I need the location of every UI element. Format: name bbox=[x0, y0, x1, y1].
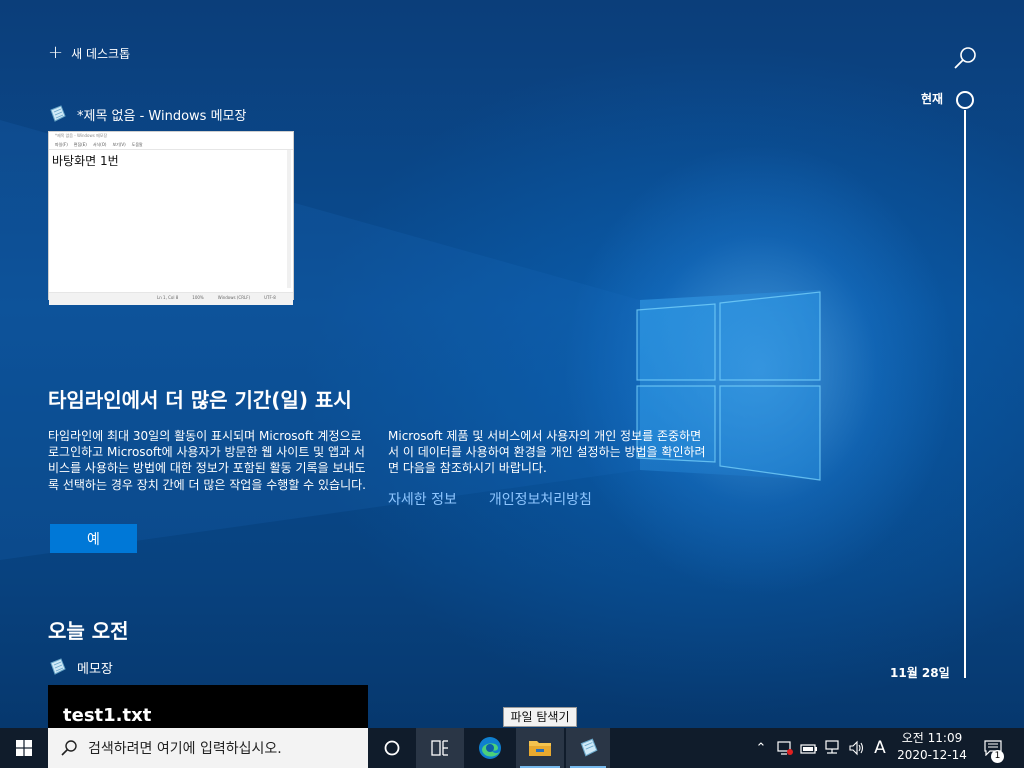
timeline-now-marker[interactable] bbox=[956, 91, 974, 109]
activity-card-test1[interactable]: test1.txt bbox=[48, 685, 368, 728]
cortana-button[interactable] bbox=[368, 728, 416, 768]
taskbar-clock[interactable]: 오전 11:09 2020-12-14 bbox=[894, 730, 970, 764]
task-view-icon bbox=[431, 740, 448, 756]
window-card-header: *제목 없음 - Windows 메모장 bbox=[47, 104, 246, 124]
search-placeholder: 검색하려면 여기에 입력하십시오. bbox=[88, 741, 282, 757]
tray-volume-icon[interactable] bbox=[846, 728, 868, 768]
edge-browser-button[interactable] bbox=[466, 728, 514, 768]
activity-app-name: 메모장 bbox=[77, 661, 113, 677]
cortana-circle-icon bbox=[384, 740, 400, 756]
tray-battery-icon[interactable] bbox=[798, 728, 820, 768]
timeline-rail[interactable] bbox=[964, 110, 966, 678]
notepad-icon bbox=[50, 658, 66, 675]
new-desktop-label: 새 데스크톱 bbox=[71, 46, 131, 61]
thumbnail-body-text: 바탕화면 1번 bbox=[52, 154, 119, 168]
section-title-today: 오늘 오전 bbox=[48, 619, 129, 643]
thumbnail-body: 바탕화면 1번 bbox=[49, 149, 293, 292]
notepad-icon bbox=[580, 738, 598, 757]
notepad-window-thumbnail[interactable]: *제목 없음 - Windows 메모장 파일(F) 편집(E) 서식(O) 보… bbox=[48, 131, 294, 305]
notepad-taskbar-button[interactable] bbox=[566, 728, 610, 768]
search-icon bbox=[61, 740, 77, 756]
taskbar-search-box[interactable]: 검색하려면 여기에 입력하십시오. bbox=[48, 728, 368, 768]
plus-icon: + bbox=[48, 42, 64, 63]
search-icon[interactable] bbox=[952, 45, 978, 71]
timeline-date-label[interactable]: 11월 28일 bbox=[890, 664, 950, 681]
battery-icon bbox=[800, 744, 817, 754]
thumbnail-scrollbar bbox=[287, 150, 291, 288]
clock-date: 2020-12-14 bbox=[897, 748, 967, 762]
activity-file-name: test1.txt bbox=[63, 705, 152, 726]
thumbnail-statusbar: Ln 1, Col 8 100% Windows (CRLF) UTF-8 bbox=[49, 292, 293, 305]
tray-network-icon[interactable] bbox=[822, 728, 844, 768]
edge-browser-icon bbox=[479, 737, 501, 759]
folder-icon bbox=[529, 741, 551, 756]
clock-time: 오전 11:09 bbox=[901, 731, 963, 745]
ethernet-icon bbox=[825, 740, 839, 754]
privacy-policy-link[interactable]: 개인정보처리방침 bbox=[489, 489, 592, 509]
window-card-title: *제목 없음 - Windows 메모장 bbox=[77, 108, 247, 124]
yes-button[interactable]: 예 bbox=[50, 524, 137, 553]
chevron-up-icon: ⌃ bbox=[755, 740, 767, 756]
task-view-button[interactable] bbox=[416, 728, 464, 768]
ime-indicator[interactable]: A bbox=[870, 728, 890, 768]
promo-title: 타임라인에서 더 많은 기간(일) 표시 bbox=[48, 388, 352, 412]
thumbnail-title: *제목 없음 - Windows 메모장 bbox=[55, 133, 108, 138]
action-center-button[interactable] bbox=[980, 728, 1006, 768]
start-button[interactable] bbox=[0, 728, 48, 768]
show-hidden-icons-button[interactable]: ⌃ bbox=[752, 728, 770, 768]
windows-logo-icon bbox=[16, 740, 32, 756]
network-error-icon bbox=[777, 741, 793, 755]
tray-remote-icon[interactable] bbox=[774, 728, 796, 768]
timeline-now-label[interactable]: 현재 bbox=[921, 90, 943, 107]
privacy-description: Microsoft 제품 및 서비스에서 사용자의 개인 정보를 존중하면서 이… bbox=[388, 429, 706, 476]
speaker-icon bbox=[849, 740, 864, 756]
promo-description: 타임라인에 최대 30일의 활동이 표시되며 Microsoft 계정으로 로그… bbox=[48, 429, 366, 492]
file-explorer-button[interactable] bbox=[516, 728, 564, 768]
more-info-link[interactable]: 자세한 정보 bbox=[388, 489, 457, 509]
promo-links: 자세한 정보 개인정보처리방침 bbox=[388, 489, 592, 509]
notepad-icon bbox=[50, 105, 66, 122]
notification-count-badge: 1 bbox=[991, 750, 1004, 763]
thumbnail-menu: 파일(F) 편집(E) 서식(O) 보기(V) 도움말 bbox=[55, 142, 143, 147]
file-explorer-tooltip: 파일 탐색기 bbox=[503, 707, 577, 727]
new-desktop-button[interactable]: + 새 데스크톱 bbox=[48, 44, 130, 62]
activity-app-header: 메모장 bbox=[47, 657, 113, 677]
